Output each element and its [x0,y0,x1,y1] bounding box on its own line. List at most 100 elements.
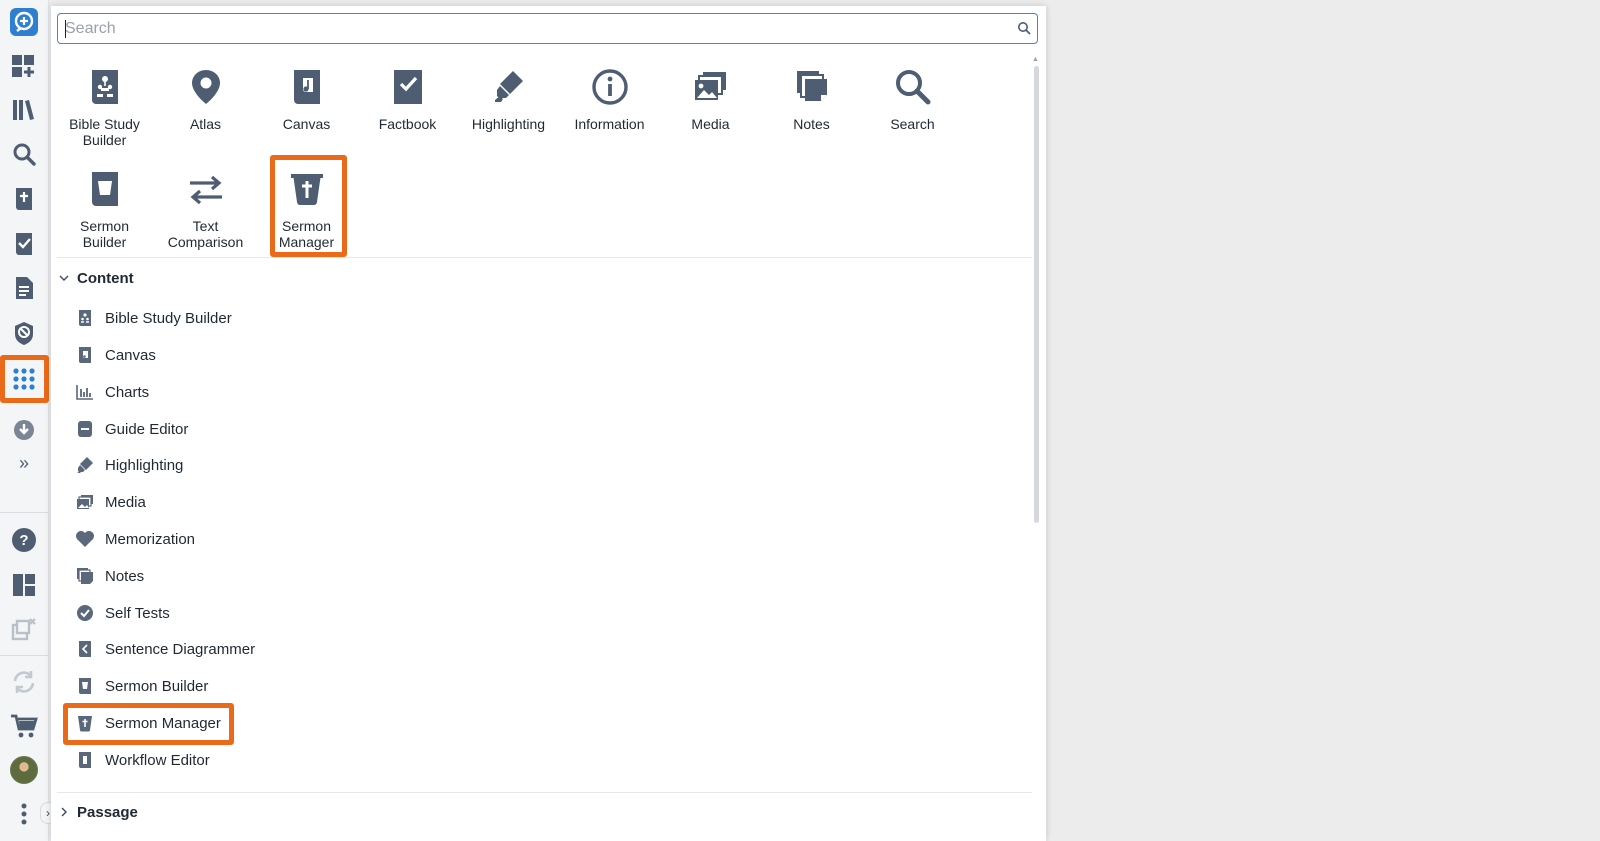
sermon-builder-icon [88,170,122,214]
guide-editor-icon [75,419,95,439]
tool-tile-label: Sermon Builder [79,218,130,250]
tool-tile-label: Sermon Manager [278,218,335,250]
list-item-workflow-editor[interactable]: Workflow Editor [75,746,210,774]
canvas-icon [75,345,95,365]
list-item-sermon-manager[interactable]: Sermon Manager [75,709,221,737]
media-icon [75,492,95,512]
list-item-label: Guide Editor [105,420,189,438]
help-icon[interactable]: ? [6,522,42,558]
tool-tile-label: Notes [793,116,830,132]
list-item-label: Charts [105,383,150,401]
list-item-sermon-builder[interactable]: Sermon Builder [75,672,208,700]
list-item-media[interactable]: Media [75,488,146,516]
atlas-icon[interactable] [6,315,42,351]
search-icon[interactable] [6,136,42,172]
sync-icon[interactable] [6,664,42,700]
tool-tile-bible-study-builder[interactable]: Bible Study Builder [54,58,155,150]
layouts-icon[interactable] [6,567,42,603]
notes-icon [75,566,95,586]
tool-tile-text-comparison[interactable]: Text Comparison [155,160,256,252]
section-divider [57,257,1032,258]
list-item-label: Canvas [105,346,156,364]
cart-icon[interactable] [6,708,42,744]
workflow-editor-icon [75,750,95,770]
search-icon[interactable] [1017,21,1031,40]
scrollbar-thumb[interactable] [1034,66,1039,523]
guides-icon[interactable] [6,181,42,217]
dashboard-icon[interactable] [6,48,42,84]
information-icon [591,68,629,112]
list-item-highlighting[interactable]: Highlighting [75,451,183,479]
list-item-guide-editor[interactable]: Guide Editor [75,415,188,443]
factbook-icon [391,68,425,112]
media-icon [693,68,729,112]
more-icon[interactable] [6,796,42,832]
highlighting-icon [75,455,95,475]
list-item-label: Notes [105,567,145,585]
tool-tile-sermon-builder[interactable]: Sermon Builder [54,160,155,252]
expand-icon[interactable]: » [6,445,42,481]
tool-tile-highlighting[interactable]: Highlighting [458,58,559,150]
svg-text:?: ? [19,532,28,549]
list-item-canvas[interactable]: Canvas [75,341,156,369]
tool-tile-atlas[interactable]: Atlas [155,58,256,150]
list-item-label: Sentence Diagrammer [105,640,256,658]
search-box[interactable] [57,13,1038,44]
tool-tile-label: Search [890,116,935,132]
logos-logo[interactable] [6,4,42,40]
tool-tile-information[interactable]: Information [559,58,660,150]
tool-tile-label: Atlas [189,116,222,132]
text-comparison-icon [187,170,225,214]
list-item-label: Workflow Editor [105,751,210,769]
search-icon [894,68,932,112]
tool-tile-search[interactable]: Search [862,58,963,150]
heart-icon [75,529,95,549]
search-input[interactable] [58,14,1037,43]
list-item-label: Media [105,493,146,511]
section-title: Content [77,269,134,287]
list-item-charts[interactable]: Charts [75,378,149,406]
tool-tile-label: Information [574,116,645,132]
list-item-label: Memorization [105,530,196,548]
avatar[interactable] [6,752,42,788]
sermon-builder-icon [75,676,95,696]
section-title: Passage [77,803,138,821]
bible-study-builder-icon [75,308,95,328]
tools-panel: ▲ Bible Study Builder Atlas Canvas Factb… [51,6,1046,841]
list-item-bible-study-builder[interactable]: Bible Study Builder [75,304,232,332]
text-cursor [65,20,66,38]
charts-icon [75,382,95,402]
tools-grid-icon[interactable] [6,361,42,397]
notes-icon [794,68,830,112]
scroll-up-arrow[interactable]: ▲ [1032,56,1039,63]
documents-icon[interactable] [6,270,42,306]
tool-tile-notes[interactable]: Notes [761,58,862,150]
factbook-icon[interactable] [6,226,42,262]
library-icon[interactable] [6,92,42,128]
sermon-manager-icon [75,713,95,733]
tool-tile-label: Factbook [378,116,437,132]
list-item-label: Self Tests [105,604,170,622]
canvas-icon [290,68,324,112]
list-item-label: Bible Study Builder [105,309,232,327]
list-item-label: Highlighting [105,456,184,474]
tool-tile-label: Highlighting [471,116,546,132]
atlas-icon [189,68,223,112]
close-panels-icon[interactable] [6,612,42,648]
tool-tile-canvas[interactable]: Canvas [256,58,357,150]
tool-tile-sermon-manager[interactable]: Sermon Manager [256,160,357,252]
download-icon[interactable] [6,412,42,448]
list-item-notes[interactable]: Notes [75,562,144,590]
tool-tile-media[interactable]: Media [660,58,761,150]
tool-tile-factbook[interactable]: Factbook [357,58,458,150]
rail-divider [0,512,49,513]
tool-tile-label: Media [691,116,730,132]
section-header-content[interactable]: Content [59,266,134,290]
list-item-sentence-diagrammer[interactable]: Sentence Diagrammer [75,635,255,663]
left-rail: » ? › [0,0,56,841]
list-item-memorization[interactable]: Memorization [75,525,195,553]
rail-divider [0,655,49,656]
list-item-self-tests[interactable]: Self Tests [75,599,170,627]
tool-tile-label: Canvas [282,116,331,132]
section-header-passage[interactable]: Passage [59,800,138,824]
